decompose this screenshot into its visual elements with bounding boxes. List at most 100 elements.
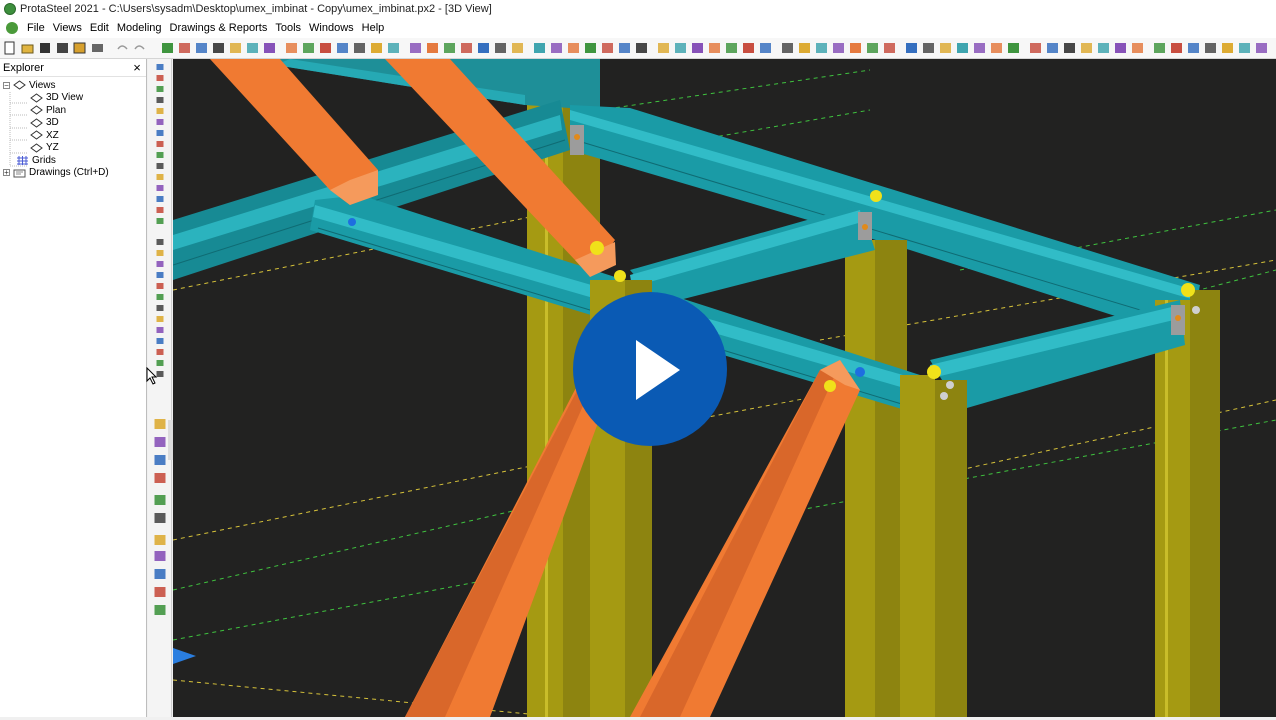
side-tool-icon[interactable]	[156, 86, 164, 92]
3d-viewport[interactable]	[173, 59, 1276, 717]
toolbar-tool-icon[interactable]	[320, 43, 331, 53]
toolbar-tool-icon[interactable]	[884, 43, 895, 53]
side-tool-icon[interactable]	[154, 605, 166, 615]
toolbar-tool-icon[interactable]	[444, 43, 455, 53]
menu-windows[interactable]: Windows	[305, 18, 358, 38]
toolbar-tool-icon[interactable]	[1256, 43, 1267, 53]
menu-drawings-reports[interactable]: Drawings & Reports	[166, 18, 272, 38]
side-tool-icon[interactable]	[156, 316, 164, 322]
side-tool-icon[interactable]	[156, 283, 164, 289]
toolbar-tool-icon[interactable]	[1171, 43, 1182, 53]
toolbar-tool-icon[interactable]	[286, 43, 297, 53]
side-tool-icon[interactable]	[156, 130, 164, 136]
toolbar-tool-icon[interactable]	[410, 43, 421, 53]
toolbar-tool-icon[interactable]	[371, 43, 382, 53]
toolbar-tool-icon[interactable]	[247, 43, 258, 53]
toolbar-tool-icon[interactable]	[799, 43, 810, 53]
toolbar-tool-icon[interactable]	[1098, 43, 1109, 53]
toolbar-tool-icon[interactable]	[940, 43, 951, 53]
toolbar-tool-icon[interactable]	[658, 43, 669, 53]
side-tool-icon[interactable]	[156, 163, 164, 169]
toolbar-tool-icon[interactable]	[495, 43, 506, 53]
toolbar-tool-icon[interactable]	[906, 43, 917, 53]
toolbar-tool-icon[interactable]	[427, 43, 438, 53]
side-tool-icon[interactable]	[156, 119, 164, 125]
toolbar-tool-icon[interactable]	[692, 43, 703, 53]
tree-item-drawings[interactable]: + Drawings (Ctrl+D)	[0, 167, 146, 180]
open-folder-icon[interactable]	[21, 44, 34, 54]
expand-icon[interactable]: +	[3, 169, 10, 177]
toolbar-tool-icon[interactable]	[1132, 43, 1143, 53]
menu-modeling[interactable]: Modeling	[113, 18, 166, 38]
redo-icon[interactable]	[134, 45, 145, 50]
toolbar-tool-icon[interactable]	[179, 43, 190, 53]
collapse-icon[interactable]: −	[3, 81, 10, 89]
toolbar-tool-icon[interactable]	[782, 43, 793, 53]
toolbar-tool-icon[interactable]	[1205, 43, 1216, 53]
toolbar-tool-icon[interactable]	[1008, 43, 1019, 53]
toolbar-tool-icon[interactable]	[619, 43, 630, 53]
close-icon[interactable]: ×	[131, 61, 143, 74]
toolbar-tool-icon[interactable]	[1239, 43, 1250, 53]
tree-item-plan[interactable]: Plan	[0, 104, 146, 117]
toolbar-tool-icon[interactable]	[726, 43, 737, 53]
side-tool-icon[interactable]	[156, 108, 164, 114]
menu-help[interactable]: Help	[358, 18, 389, 38]
toolbar-tool-icon[interactable]	[991, 43, 1002, 53]
toolbar-tool-icon[interactable]	[264, 43, 275, 53]
toolbar-tool-icon[interactable]	[636, 43, 647, 53]
tree-item-views[interactable]: − Views	[0, 79, 146, 92]
menu-views[interactable]: Views	[49, 18, 86, 38]
toolbar-tool-icon[interactable]	[213, 43, 224, 53]
side-tool-icon[interactable]	[156, 64, 164, 70]
toolbar-tool-icon[interactable]	[1081, 43, 1092, 53]
side-tool-icon[interactable]	[156, 207, 164, 213]
side-tool-icon[interactable]	[154, 587, 166, 597]
undo-icon[interactable]	[117, 45, 128, 50]
toolbar-tool-icon[interactable]	[1188, 43, 1199, 53]
toolbar-tool-icon[interactable]	[957, 43, 968, 53]
side-tool-icon[interactable]	[156, 196, 164, 202]
toolbar-tool-icon[interactable]	[675, 43, 686, 53]
side-tool-icon[interactable]	[156, 294, 164, 300]
toolbar-tool-icon[interactable]	[162, 43, 173, 53]
toolbar-tool-icon[interactable]	[743, 43, 754, 53]
new-file-icon[interactable]	[4, 41, 15, 55]
toolbar-tool-icon[interactable]	[709, 43, 720, 53]
toolbar-tool-icon[interactable]	[974, 43, 985, 53]
side-tool-icon[interactable]	[156, 152, 164, 158]
toolbar-tool-icon[interactable]	[534, 43, 545, 53]
toolbar-tool-icon[interactable]	[337, 43, 348, 53]
side-tool-icon[interactable]	[154, 419, 166, 429]
toolbar-tool-icon[interactable]	[602, 43, 613, 53]
side-tool-icon[interactable]	[156, 360, 164, 366]
toolbar-tool-icon[interactable]	[923, 43, 934, 53]
save-icon[interactable]	[40, 43, 50, 53]
save-all-icon[interactable]	[57, 43, 68, 53]
menu-edit[interactable]: Edit	[86, 18, 113, 38]
tree-item-3d[interactable]: 3D	[0, 117, 146, 130]
toolbar-tool-icon[interactable]	[833, 43, 844, 53]
side-tool-icon[interactable]	[156, 239, 164, 245]
side-tool-icon[interactable]	[154, 495, 166, 505]
app-menu-icon[interactable]	[6, 22, 18, 34]
side-tool-icon[interactable]	[156, 174, 164, 180]
menu-tools[interactable]: Tools	[271, 18, 305, 38]
toolbar-tool-icon[interactable]	[760, 43, 771, 53]
tree-item-3d-view[interactable]: 3D View	[0, 92, 146, 105]
side-tool-icon[interactable]	[154, 473, 166, 483]
side-tool-icon[interactable]	[156, 97, 164, 103]
tree-item-yz[interactable]: YZ	[0, 142, 146, 155]
toolbar-tool-icon[interactable]	[568, 43, 579, 53]
side-tool-icon[interactable]	[156, 185, 164, 191]
side-tool-icon[interactable]	[154, 513, 166, 523]
play-button[interactable]	[573, 292, 727, 446]
toolbar-tool-icon[interactable]	[230, 43, 241, 53]
toolbar-tool-icon[interactable]	[478, 43, 489, 53]
toolbar-tool-icon[interactable]	[354, 43, 365, 53]
side-tool-icon[interactable]	[156, 305, 164, 311]
toolbar-tool-icon[interactable]	[1222, 43, 1233, 53]
toolbar-tool-icon[interactable]	[388, 43, 399, 53]
toolbar-tool-icon[interactable]	[1047, 43, 1058, 53]
print-icon[interactable]	[92, 44, 103, 52]
